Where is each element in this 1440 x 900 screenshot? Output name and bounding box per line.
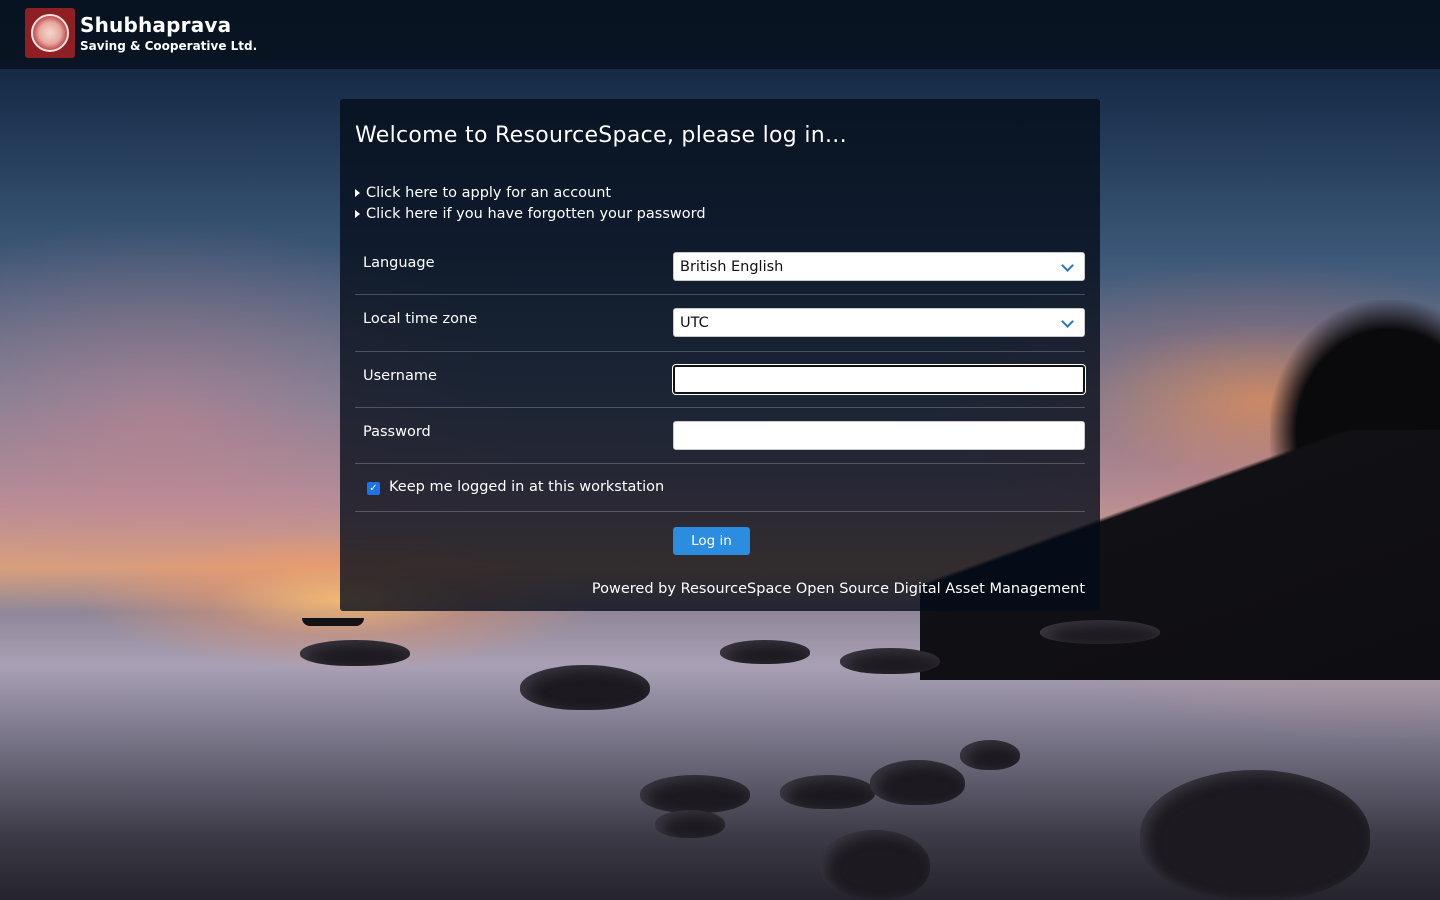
cooperative-emblem-icon [25, 8, 75, 58]
background-rock [520, 665, 650, 710]
timezone-select-value: UTC [680, 314, 709, 331]
forgot-password-link-label: Click here if you have forgotten your pa… [366, 205, 706, 222]
language-label: Language [363, 255, 435, 271]
background-rock [655, 810, 725, 838]
caret-right-icon [355, 209, 360, 218]
language-row: Language British English [355, 238, 1085, 295]
logo-subtitle: Saving & Cooperative Ltd. [80, 38, 258, 53]
login-title: Welcome to ResourceSpace, please log in.… [355, 123, 847, 148]
site-logo[interactable]: Shubhaprava Saving & Cooperative Ltd. [25, 8, 257, 58]
timezone-label: Local time zone [363, 311, 478, 327]
timezone-row: Local time zone UTC [355, 295, 1085, 352]
login-panel: Welcome to ResourceSpace, please log in.… [340, 99, 1100, 611]
timezone-select[interactable]: UTC [673, 308, 1085, 337]
caret-right-icon [355, 188, 360, 197]
username-input[interactable] [673, 365, 1085, 394]
background-rock [870, 760, 965, 805]
chevron-down-icon [1061, 259, 1074, 272]
checkmark-icon: ✓ [369, 482, 378, 494]
background-rock [780, 775, 875, 809]
language-select-value: British English [680, 258, 784, 275]
logo-text: Shubhaprava Saving & Cooperative Ltd. [80, 15, 257, 52]
language-select[interactable]: British English [673, 252, 1085, 281]
forgot-password-link[interactable]: Click here if you have forgotten your pa… [355, 203, 706, 224]
apply-account-link[interactable]: Click here to apply for an account [355, 182, 706, 203]
login-button[interactable]: Log in [673, 527, 750, 555]
password-input[interactable] [673, 421, 1085, 450]
background-rock [640, 775, 750, 813]
background-rock [1040, 620, 1160, 644]
background-rock [960, 740, 1020, 770]
account-links: Click here to apply for an account Click… [355, 182, 706, 224]
background-rock [840, 648, 940, 674]
resourcespace-link[interactable]: ResourceSpace Open Source Digital Asset … [681, 581, 1085, 597]
keep-logged-in-row: ✓ Keep me logged in at this workstation [355, 463, 1085, 512]
top-header: Shubhaprava Saving & Cooperative Ltd. [0, 0, 1440, 69]
powered-by-prefix: Powered by [591, 581, 681, 597]
keep-logged-in-checkbox[interactable]: ✓ [367, 482, 380, 495]
apply-account-link-label: Click here to apply for an account [366, 184, 612, 201]
password-label: Password [363, 424, 431, 440]
username-row: Username [355, 352, 1085, 408]
password-row: Password [355, 408, 1085, 464]
background-rock [820, 830, 930, 900]
background-rock [300, 640, 410, 666]
powered-by: Powered by ResourceSpace Open Source Dig… [592, 581, 1085, 597]
chevron-down-icon [1061, 315, 1074, 328]
logo-title: Shubhaprava [80, 12, 232, 37]
username-label: Username [363, 368, 437, 384]
background-rock [720, 640, 810, 664]
background-boat [302, 618, 364, 626]
background-rock [1140, 770, 1370, 900]
keep-logged-in-label[interactable]: Keep me logged in at this workstation [389, 479, 664, 495]
